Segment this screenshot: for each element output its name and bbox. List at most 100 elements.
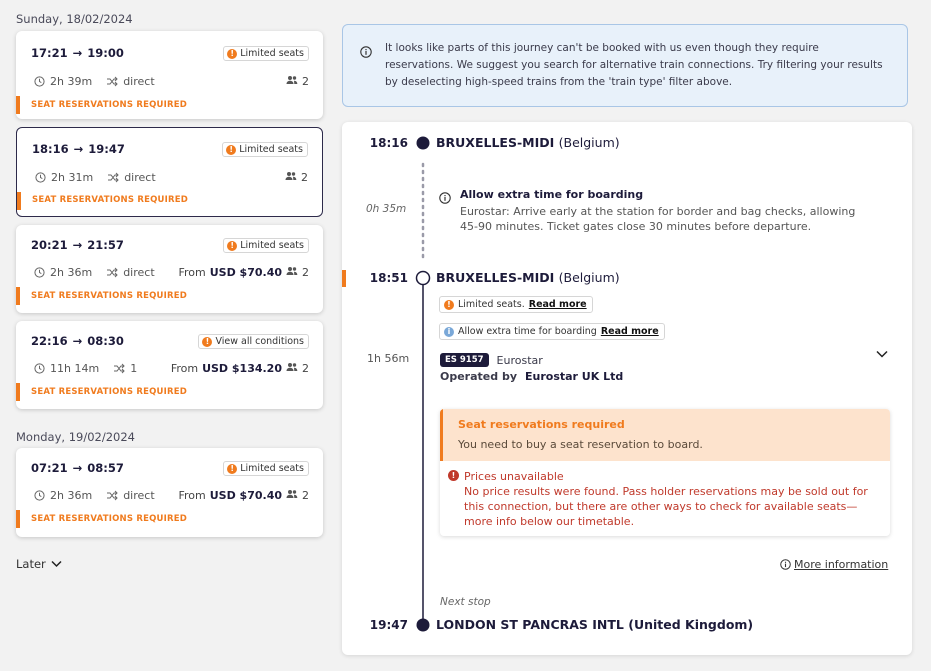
clock-icon — [33, 267, 45, 279]
info-icon — [360, 43, 372, 62]
info-icon: i — [444, 326, 454, 337]
arrow-right-icon: → — [72, 334, 83, 348]
duration: 11h 14m — [50, 362, 100, 375]
journey-card[interactable]: 22:16 → 08:30 ! View all conditions 11h 14m… — [16, 321, 323, 409]
clock-icon — [33, 363, 45, 375]
clock-icon — [33, 490, 45, 502]
price: USD $70.40 — [209, 266, 282, 279]
changes: direct — [123, 489, 155, 502]
departure-time: 18:16 — [369, 136, 408, 150]
alert-icon: ! — [227, 463, 238, 474]
arrow-right-icon: → — [72, 461, 83, 475]
reservation-warning: SEAT RESERVATIONS REQUIRED — [31, 387, 187, 397]
alert-icon: ! — [226, 144, 237, 155]
arrive-time: 08:57 — [87, 461, 124, 475]
passengers-icon — [286, 75, 298, 88]
arrive-time: 19:47 — [88, 142, 125, 156]
passengers-icon — [285, 171, 297, 184]
shuffle-icon — [106, 76, 118, 88]
read-more-link[interactable]: Read more — [601, 326, 659, 337]
read-more-link[interactable]: Read more — [529, 299, 587, 310]
passengers-icon — [286, 362, 298, 375]
later-button[interactable]: Later — [16, 557, 62, 571]
reservation-warning: SEAT RESERVATIONS REQUIRED — [31, 100, 187, 110]
depart-time: 07:21 — [31, 461, 68, 475]
alert-icon: ! — [202, 336, 213, 347]
shuffle-icon — [106, 267, 118, 279]
limited-seats-badge[interactable]: ! Limited seats — [223, 461, 309, 476]
notice-banner: It looks like parts of this journey can'… — [342, 24, 908, 107]
seat-alert-title: Seat reservations required — [458, 418, 625, 431]
limited-seats-badge[interactable]: ! Limited seats — [223, 238, 309, 253]
depart-time: 20:21 — [31, 238, 68, 252]
arrive-time: 19:00 — [87, 46, 124, 60]
warning-stripe — [16, 287, 20, 305]
station-name: BRUXELLES-MIDI (Belgium) — [436, 270, 620, 285]
passengers-icon — [286, 489, 298, 502]
leg-duration: 1h 56m — [367, 352, 410, 365]
operated-by: Eurostar UK Ltd — [525, 370, 624, 383]
date-heading: Sunday, 18/02/2024 — [16, 12, 133, 26]
transfer-duration: 0h 35m — [366, 203, 407, 215]
journey-card[interactable]: 17:21 → 19:00 ! Limited seats 2h 39m direct … — [16, 31, 323, 119]
arrow-right-icon: → — [73, 142, 84, 156]
chevron-down-icon — [51, 560, 62, 568]
operated-by-label: Operated by — [440, 370, 517, 383]
train-number-badge: ES 9157 — [440, 353, 489, 367]
journey-card[interactable]: 07:21 → 08:57 ! Limited seats 2h 36m direct … — [16, 448, 323, 537]
next-stop-label: Next stop — [440, 596, 491, 608]
duration: 2h 36m — [50, 489, 93, 502]
depart-time: 17:21 — [31, 46, 68, 60]
reservation-warning: SEAT RESERVATIONS REQUIRED — [31, 291, 187, 301]
journey-card[interactable]: 20:21 → 21:57 ! Limited seats 2h 36m direct … — [16, 225, 323, 313]
duration: 2h 36m — [50, 266, 93, 279]
price: USD $134.20 — [202, 362, 282, 375]
boarding-text: Eurostar: Arrive early at the station fo… — [460, 205, 856, 233]
clock-icon — [33, 76, 45, 88]
passenger-count: 2 — [301, 171, 308, 184]
timeline — [342, 136, 431, 632]
chevron-down-icon[interactable] — [876, 350, 888, 358]
station-name: BRUXELLES-MIDI (Belgium) — [436, 135, 620, 150]
journey-card-selected[interactable]: 18:16 → 19:47 ! Limited seats 2h 31m direct … — [16, 127, 323, 217]
price: USD $70.40 — [209, 489, 282, 502]
shuffle-icon — [107, 172, 119, 184]
alert-icon: ! — [227, 240, 238, 251]
arrive-time: 08:30 — [87, 334, 124, 348]
limited-seats-badge[interactable]: ! Limited seats — [223, 46, 309, 61]
arrow-right-icon: → — [72, 46, 83, 60]
arrow-right-icon: → — [72, 238, 83, 252]
depart-time: 22:16 — [31, 334, 68, 348]
passengers-icon — [286, 266, 298, 279]
warning-stripe — [16, 383, 20, 401]
changes: direct — [123, 75, 155, 88]
seat-reservation-alert: Seat reservations required You need to b… — [440, 409, 890, 536]
date-heading: Monday, 19/02/2024 — [16, 430, 135, 444]
alert-icon: ! — [227, 48, 238, 59]
departure-time: 18:51 — [369, 271, 408, 285]
limited-seats-badge[interactable]: ! Limited seats — [222, 142, 308, 157]
warning-stripe — [16, 96, 20, 114]
arrival-time: 19:47 — [369, 618, 408, 632]
passenger-count: 2 — [302, 489, 309, 502]
warning-stripe — [17, 192, 21, 210]
limited-seats-tag: ! Limited seats. Read more — [439, 296, 593, 313]
price-error-text: No price results were found. Pass holder… — [464, 485, 868, 528]
passenger-count: 2 — [302, 362, 309, 375]
reservation-warning: SEAT RESERVATIONS REQUIRED — [31, 514, 187, 524]
boarding-time-tag: i Allow extra time for boarding Read more — [439, 323, 665, 340]
alert-icon: ! — [444, 299, 454, 310]
more-information-link[interactable]: More information — [780, 558, 888, 571]
passenger-count: 2 — [302, 75, 309, 88]
arrive-time: 21:57 — [87, 238, 124, 252]
shuffle-icon — [113, 363, 125, 375]
clock-icon — [34, 172, 46, 184]
view-conditions-badge[interactable]: ! View all conditions — [198, 334, 309, 349]
station-name: LONDON ST PANCRAS INTL (United Kingdom) — [436, 617, 754, 632]
info-icon — [439, 189, 451, 208]
train-operator: Eurostar — [496, 353, 543, 367]
error-icon: ! — [448, 470, 459, 481]
passenger-count: 2 — [302, 266, 309, 279]
duration: 2h 39m — [50, 75, 93, 88]
changes: direct — [124, 171, 156, 184]
